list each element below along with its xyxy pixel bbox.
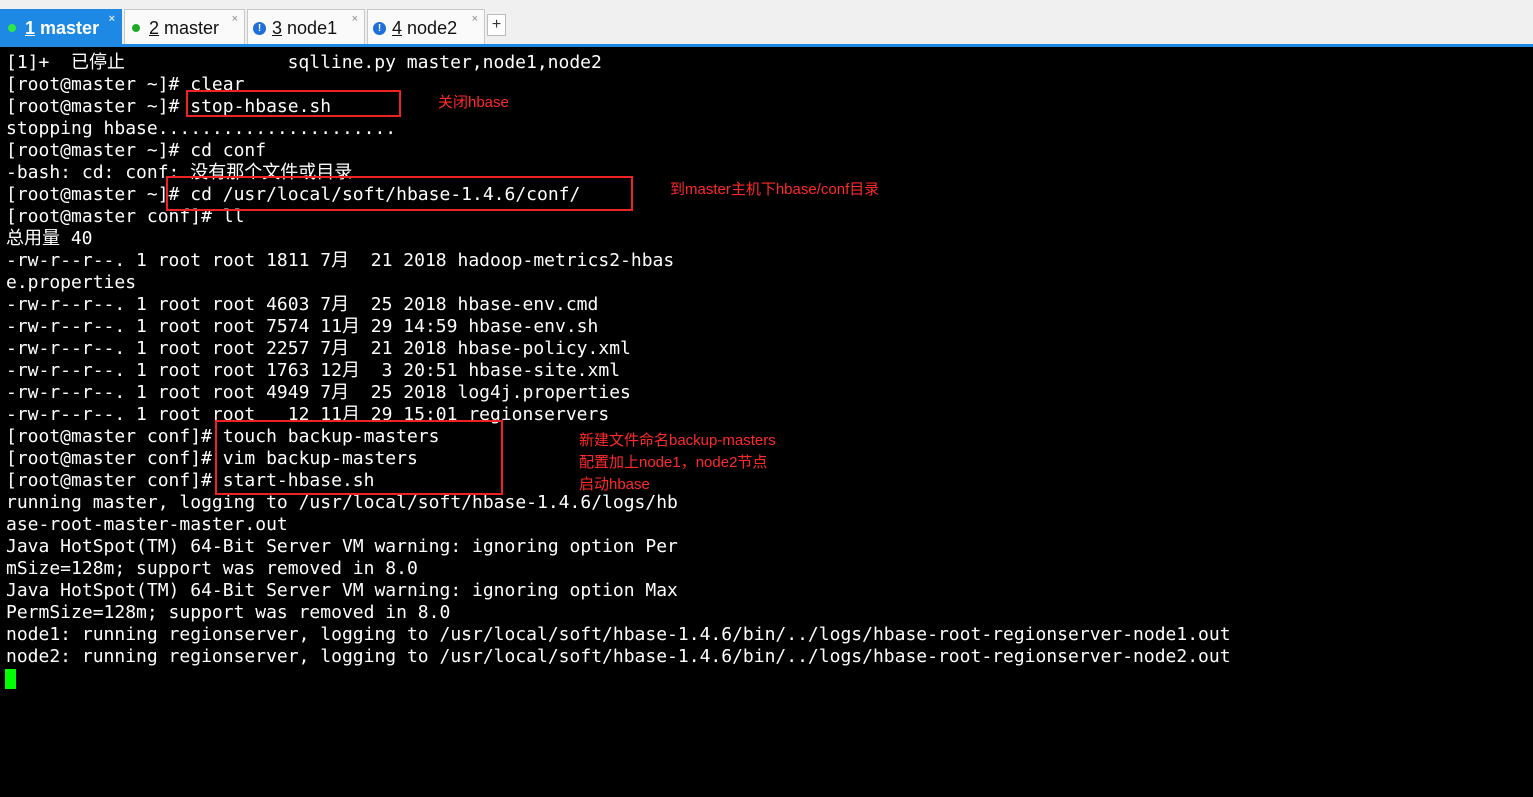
annotation-start-hbase: 启动hbase xyxy=(579,476,650,493)
connected-status-icon xyxy=(132,24,140,32)
title-strip xyxy=(0,0,1533,9)
tab-bar: 1 master × 2 master × ! 3 node1 × ! 4 no… xyxy=(0,0,1533,47)
terminal-line: 总用量 40 xyxy=(6,228,93,249)
tab-label: 1 master xyxy=(25,18,100,38)
terminal-line: ase-root-master-master.out xyxy=(6,514,288,535)
terminal-line: Java HotSpot(TM) 64-Bit Server VM warnin… xyxy=(6,536,678,557)
terminal-line: Java HotSpot(TM) 64-Bit Server VM warnin… xyxy=(6,580,678,601)
terminal-cursor xyxy=(5,669,16,689)
terminal-line: node1: running regionserver, logging to … xyxy=(6,624,1231,645)
tab-2-master[interactable]: 2 master × xyxy=(124,9,245,44)
tab-4-node2[interactable]: ! 4 node2 × xyxy=(367,9,485,44)
terminal-line: PermSize=128m; support was removed in 8.… xyxy=(6,602,451,623)
annotation-stop-hbase: 关闭hbase xyxy=(438,94,509,111)
tab-label: 3 node1 xyxy=(272,18,338,38)
highlight-box-stop-hbase xyxy=(186,90,401,117)
add-tab-button[interactable]: + xyxy=(487,14,506,36)
terminal-line: -rw-r--r--. 1 root root 4603 7月 25 2018 … xyxy=(6,294,599,315)
terminal-line: -rw-r--r--. 1 root root 2257 7月 21 2018 … xyxy=(6,338,631,359)
tab-close-icon[interactable]: × xyxy=(109,13,115,25)
terminal-line: -rw-r--r--. 1 root root 7574 11月 29 14:5… xyxy=(6,316,599,337)
tab-1-master[interactable]: 1 master × xyxy=(0,9,122,44)
annotation-new-file: 新建文件命名backup-masters xyxy=(579,432,776,449)
connected-status-icon xyxy=(8,24,16,32)
terminal-line: node2: running regionserver, logging to … xyxy=(6,646,1231,667)
tab-label: 2 master xyxy=(149,18,220,38)
highlight-box-cd-conf xyxy=(166,176,633,211)
terminal-line: -rw-r--r--. 1 root root 1763 12月 3 20:51… xyxy=(6,360,621,381)
terminal-line: mSize=128m; support was removed in 8.0 xyxy=(6,558,418,579)
terminal-line: e.properties xyxy=(6,272,137,293)
highlight-box-backup-masters xyxy=(215,420,503,495)
terminal-line: stopping hbase...................... xyxy=(6,118,397,139)
terminal-line: [root@master ~]# cd conf xyxy=(6,140,267,161)
warning-status-icon: ! xyxy=(253,22,266,35)
terminal-line: [1]+ 已停止 sqlline.py master,node1,node2 xyxy=(6,52,602,73)
annotation-config-nodes: 配置加上node1，node2节点 xyxy=(579,454,768,471)
terminal-line: running master, logging to /usr/local/so… xyxy=(6,492,678,513)
tab-close-icon[interactable]: × xyxy=(472,13,478,25)
terminal-line: -rw-r--r--. 1 root root 4949 7月 25 2018 … xyxy=(6,382,631,403)
annotation-cd-conf: 到master主机下hbase/conf目录 xyxy=(670,181,880,198)
tab-label: 4 node2 xyxy=(392,18,458,38)
terminal-line: -rw-r--r--. 1 root root 1811 7月 21 2018 … xyxy=(6,250,675,271)
tab-close-icon[interactable]: × xyxy=(232,13,238,25)
tab-3-node1[interactable]: ! 3 node1 × xyxy=(247,9,365,44)
warning-status-icon: ! xyxy=(373,22,386,35)
tab-close-icon[interactable]: × xyxy=(352,13,358,25)
